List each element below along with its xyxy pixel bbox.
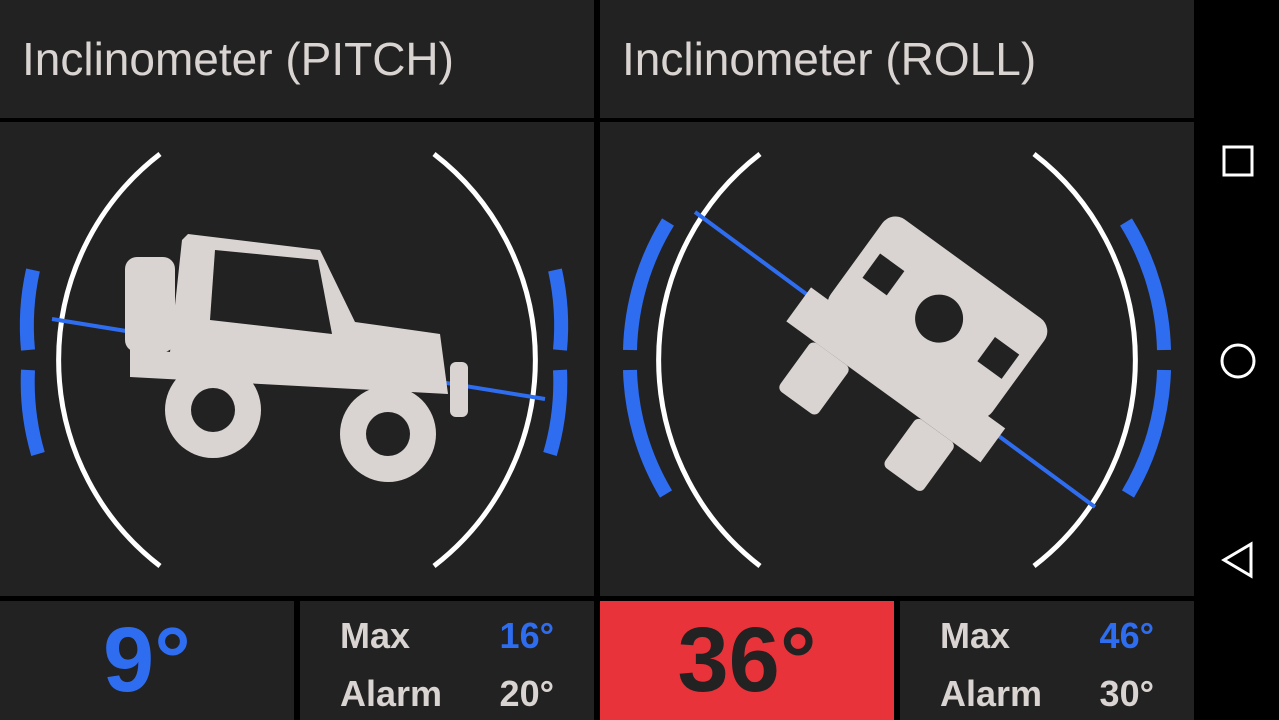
roll-title: Inclinometer (ROLL) xyxy=(622,33,1037,85)
roll-alarm-label: Alarm xyxy=(940,673,1043,714)
pitch-max-row: Max 16° xyxy=(340,615,554,657)
roll-stats: Max 46° Alarm 30° xyxy=(900,601,1194,720)
jeep-rear-icon xyxy=(779,216,1048,491)
roll-alarm-row: Alarm 30° xyxy=(940,673,1154,715)
pitch-stats: Max 16° Alarm 20° xyxy=(300,601,594,720)
roll-max-value: 46° xyxy=(1099,615,1154,656)
navigation-bar xyxy=(1196,0,1279,720)
roll-alarm-value: 30° xyxy=(1099,673,1154,714)
pitch-max-label: Max xyxy=(340,615,411,656)
roll-gauge xyxy=(600,122,1194,596)
circle-icon xyxy=(1220,343,1255,378)
pitch-max-value: 16° xyxy=(499,615,554,656)
square-icon xyxy=(1222,145,1253,176)
triangle-back-icon xyxy=(1220,540,1252,579)
pitch-alarm-label: Alarm xyxy=(340,673,443,714)
pitch-alarm-value: 20° xyxy=(499,673,554,714)
roll-max-label: Max xyxy=(940,615,1011,656)
roll-title-bar: Inclinometer (ROLL) xyxy=(600,0,1194,118)
back-button[interactable] xyxy=(1196,518,1279,601)
pitch-title-bar: Inclinometer (PITCH) xyxy=(0,0,594,118)
jeep-side-icon xyxy=(125,234,468,482)
pitch-alarm-row: Alarm 20° xyxy=(340,673,554,715)
roll-value: 36° xyxy=(600,601,894,720)
pitch-title: Inclinometer (PITCH) xyxy=(22,33,454,85)
recents-button[interactable] xyxy=(1196,119,1279,202)
pitch-gauge xyxy=(0,122,594,596)
home-button[interactable] xyxy=(1196,319,1279,402)
pitch-value: 9° xyxy=(0,601,294,720)
roll-max-row: Max 46° xyxy=(940,615,1154,657)
